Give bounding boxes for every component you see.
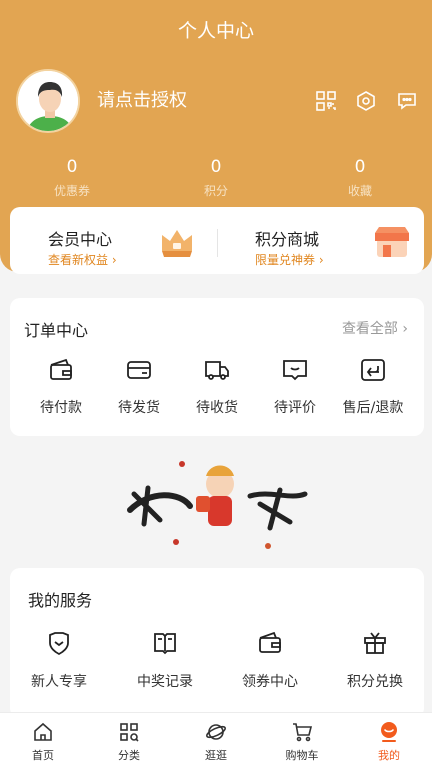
service-coupon-center[interactable]: 领券中心 [221, 630, 319, 691]
qrcode-icon[interactable] [315, 90, 337, 112]
order-label: 待发货 [118, 400, 160, 416]
member-center-entry[interactable]: 会员中心 查看新权益 › [10, 207, 217, 274]
home-icon [32, 721, 54, 743]
view-all-orders-link[interactable]: 查看全部 › [342, 318, 408, 338]
stat-points[interactable]: 0 积分 [144, 156, 288, 199]
order-after-sales[interactable]: 售后/退款 [334, 356, 412, 417]
service-label: 积分兑换 [347, 674, 403, 690]
member-center-title: 会员中心 [48, 230, 113, 249]
service-label: 新人专享 [31, 674, 87, 690]
order-center-card: 订单中心 查看全部 › 待付款 待发货 待收货 待评价 售后/退款 [10, 298, 424, 436]
points-mall-title: 积分商城 [255, 230, 320, 249]
tab-label: 首页 [32, 749, 54, 762]
wallet-icon [257, 630, 283, 656]
category-icon [118, 721, 140, 743]
badge-icon [46, 630, 72, 656]
book-icon [152, 630, 178, 656]
stat-favorites[interactable]: 0 收藏 [288, 156, 432, 199]
order-center-title: 订单中心 [24, 321, 89, 340]
service-label: 领券中心 [242, 674, 298, 690]
tab-label: 购物车 [285, 749, 319, 762]
tab-home[interactable]: 首页 [0, 713, 86, 768]
order-pending-shipment[interactable]: 待发货 [100, 356, 178, 417]
order-label: 待付款 [40, 400, 82, 416]
tab-profile[interactable]: 我的 [346, 713, 432, 768]
stat-label: 优惠券 [53, 184, 90, 198]
stat-label: 积分 [203, 184, 228, 198]
new-year-banner [127, 461, 308, 549]
tab-category[interactable]: 分类 [86, 713, 172, 768]
truck-icon [203, 356, 231, 384]
shop-icon [375, 227, 409, 257]
crown-icon [162, 230, 192, 257]
points-mall-entry[interactable]: 积分商城 限量兑神券 › [217, 207, 424, 274]
my-services-card: 我的服务 新人专享 中奖记录 领券中心 积分兑换 [10, 568, 424, 718]
member-card: 会员中心 查看新权益 › 积分商城 限量兑神券 › [10, 207, 424, 274]
return-icon [359, 356, 387, 384]
order-label: 待收货 [196, 400, 238, 416]
profile-icon [378, 721, 400, 743]
tab-label: 我的 [378, 749, 400, 762]
order-pending-payment[interactable]: 待付款 [22, 356, 100, 417]
login-prompt[interactable]: 请点击授权 [97, 86, 187, 112]
order-label: 售后/退款 [342, 400, 404, 416]
stat-value: 0 [66, 157, 78, 177]
comment-icon [281, 356, 309, 384]
member-center-link: 查看新权益 › [48, 253, 117, 267]
tab-label: 逛逛 [205, 749, 227, 762]
stat-label: 收藏 [347, 184, 372, 198]
stat-value: 0 [210, 157, 222, 177]
tab-label: 分类 [118, 749, 140, 762]
my-services-title: 我的服务 [28, 591, 93, 610]
card-icon [125, 356, 153, 384]
order-pending-review[interactable]: 待评价 [256, 356, 334, 417]
bottom-tab-bar: 首页 分类 逛逛 购物车 我的 [0, 712, 432, 768]
service-newcomer[interactable]: 新人专享 [10, 630, 108, 691]
service-label: 中奖记录 [137, 674, 193, 690]
wallet-icon [47, 356, 75, 384]
page-title: 个人中心 [177, 20, 254, 42]
service-points-exchange[interactable]: 积分兑换 [326, 630, 424, 691]
gift-icon [362, 630, 388, 656]
points-mall-link: 限量兑神券 › [255, 253, 324, 267]
service-prize-records[interactable]: 中奖记录 [116, 630, 214, 691]
avatar[interactable] [16, 69, 80, 133]
message-icon[interactable] [396, 90, 418, 112]
planet-icon [205, 721, 227, 743]
stat-value: 0 [354, 157, 366, 177]
cart-icon [291, 721, 313, 743]
order-label: 待评价 [274, 400, 316, 416]
order-pending-receipt[interactable]: 待收货 [178, 356, 256, 417]
stat-coupons[interactable]: 0 优惠券 [0, 156, 144, 199]
tab-browse[interactable]: 逛逛 [173, 713, 259, 768]
settings-icon[interactable] [355, 90, 377, 112]
tab-cart[interactable]: 购物车 [259, 713, 345, 768]
